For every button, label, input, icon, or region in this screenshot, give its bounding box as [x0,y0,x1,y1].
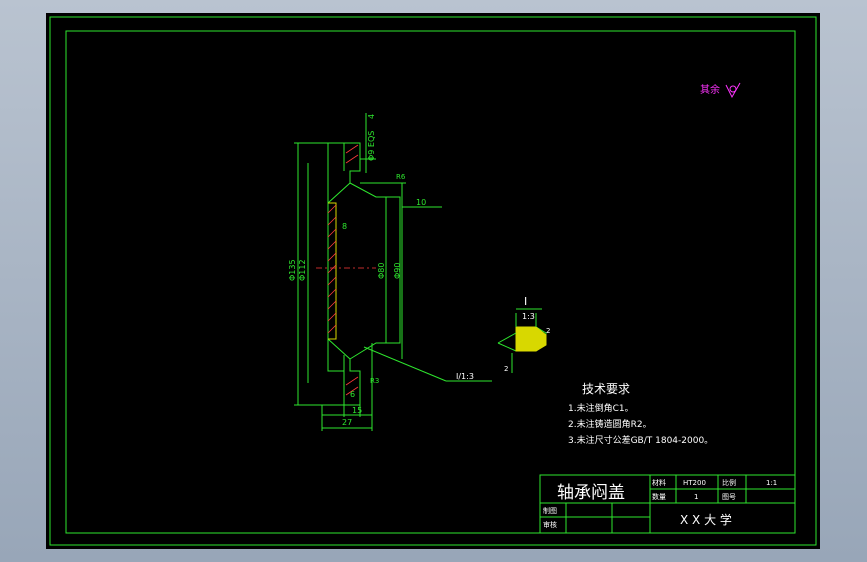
tech-item-2: 2.未注铸造圆角R2。 [568,418,652,430]
tech-item-3: 3.未注尺寸公差GB/T 1804-2000。 [568,434,713,446]
dim-phi112: Φ112 [298,259,307,281]
dim-phi80: Φ80 [377,263,386,279]
dim-4: 4 [367,114,376,119]
detail-callout: I/1:3 [456,372,474,381]
dim-8: 8 [342,222,347,231]
roughness-note: 其余 [700,83,720,96]
section-hatching [327,144,359,396]
detail-scale: 1:3 [522,312,535,321]
detail-dim-2a: 2 [546,327,550,335]
dim-10: 10 [416,198,426,207]
drawer-label: 制图 [543,506,557,515]
detail-view: I 1:3 2 2 [497,295,550,373]
dim-27: 27 [342,418,352,427]
dim-r3: R3 [370,377,379,385]
scale-value: 1:1 [766,479,777,487]
reviewer-label: 审核 [543,520,557,529]
technical-requirements: 技术要求 1.未注倒角C1。 2.未注铸造圆角R2。 3.未注尺寸公差GB/T … [568,382,713,446]
material-value: HT200 [683,479,706,487]
detail-label: I [524,295,527,308]
inner-border [65,30,796,534]
dimension-labels: Φ9 EQS 4 Φ135 Φ112 Φ80 Φ90 8 10 6 15 27 … [288,114,474,427]
title-block: 轴承闷盖 材料 HT200 比例 1:1 数量 1 图号 制图 审核 X X 大… [539,474,796,534]
drawing-sheet: 其余 Φ9 EQS 4 Φ135 Φ112 Φ80 Φ90 8 10 6 15 … [46,13,820,549]
part-name: 轴承闷盖 [557,483,625,503]
dim-phi135: Φ135 [288,259,297,281]
qty-value: 1 [694,493,698,501]
dim-r6: R6 [396,173,406,181]
school-name: X X 大 学 [680,512,732,527]
dim-phi90: Φ90 [393,263,402,279]
dim-phi-eqs: Φ9 EQS [367,131,376,161]
roughness-symbol [725,82,741,99]
qty-label: 数量 [652,492,666,501]
tech-title: 技术要求 [582,382,630,396]
tech-item-1: 1.未注倒角C1。 [568,402,634,414]
outer-border [49,16,817,546]
scale-label: 比例 [722,478,736,487]
material-label: 材料 [652,478,666,487]
detail-dim-2b: 2 [504,365,508,373]
dim-15: 15 [352,406,362,415]
drawing-no-label: 图号 [722,493,736,501]
cad-drawing: 其余 Φ9 EQS 4 Φ135 Φ112 Φ80 Φ90 8 10 6 15 … [49,16,817,546]
dim-6: 6 [350,390,355,399]
